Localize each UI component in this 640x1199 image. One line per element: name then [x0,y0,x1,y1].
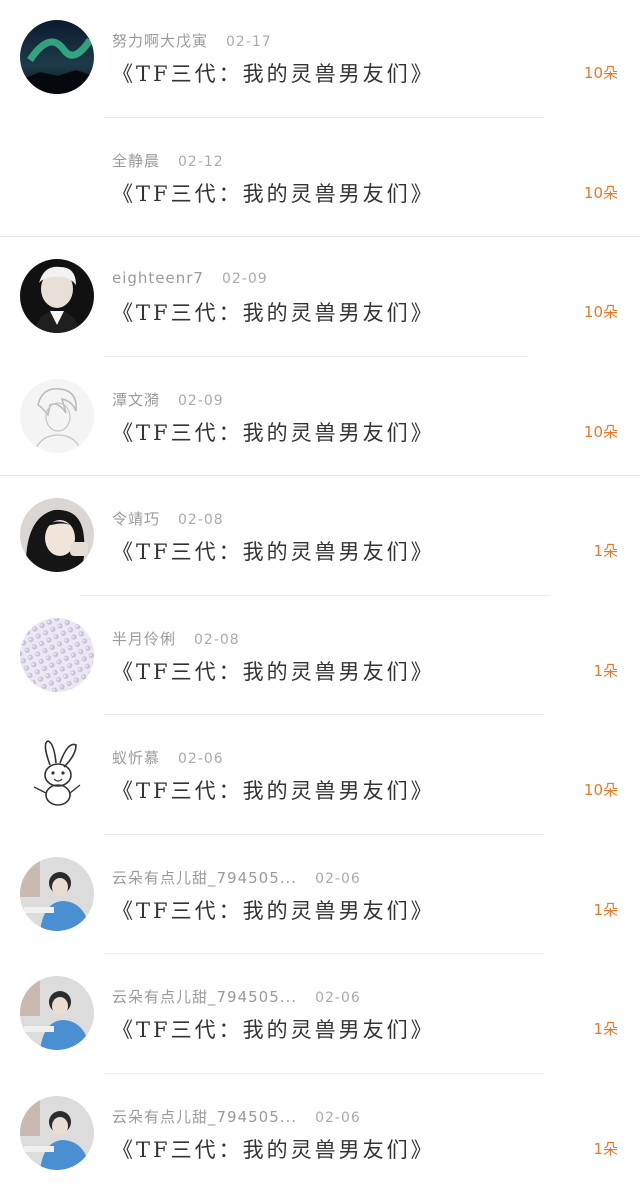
item-title: 《TF三代：我的灵兽男友们》 [112,779,435,803]
divider [104,953,544,954]
divider [80,594,550,596]
date: 02-09 [221,271,268,287]
list-item[interactable]: 云朵有点儿甜_794505... 02-06 《TF三代：我的灵兽男友们》 1朵 [0,1076,640,1196]
date: 02-06 [315,990,361,1006]
list-item[interactable]: 令靖巧 02-08 《TF三代：我的灵兽男友们》 1朵 [0,478,640,598]
avatar[interactable] [20,498,94,572]
username[interactable]: 蚁忻慕 [112,749,160,767]
divider [104,833,544,835]
date: 02-09 [178,392,224,409]
flower-count: 10朵 [583,422,618,441]
date: 02-08 [178,512,224,528]
username[interactable]: 云朵有点儿甜_794505... [112,988,297,1006]
username[interactable]: 令靖巧 [112,510,160,528]
meta-line: 令靖巧 02-08 [112,508,224,529]
item-title: 《TF三代：我的灵兽男友们》 [112,181,435,206]
date: 02-06 [178,751,224,767]
item-title: 《TF三代：我的灵兽男友们》 [112,540,435,564]
list-item[interactable]: 潭文漪 02-09 《TF三代：我的灵兽男友们》 10朵 [0,359,640,479]
username[interactable]: 云朵有点儿甜_794505... [112,1108,297,1126]
item-title: 《TF三代：我的灵兽男友们》 [112,62,435,86]
meta-line: 潭文漪 02-09 [112,389,224,410]
avatar[interactable] [20,20,94,94]
flower-count: 10朵 [583,781,618,799]
item-title: 《TF三代：我的灵兽男友们》 [112,659,435,684]
meta-line: 努力啊大戊寅 02-17 [112,30,272,51]
list-item[interactable]: 蚁忻慕 02-06 《TF三代：我的灵兽男友们》 10朵 [0,717,640,837]
list-item[interactable]: 全静晨 02-12 《TF三代：我的灵兽男友们》 10朵 [0,120,640,240]
meta-line: eighteenr7 02-09 [112,269,268,287]
avatar[interactable] [20,976,94,1050]
avatar[interactable] [20,617,94,692]
divider [104,355,528,357]
item-title: 《TF三代：我的灵兽男友们》 [112,898,435,923]
list-item[interactable]: eighteenr7 02-09 《TF三代：我的灵兽男友们》 10朵 [0,239,640,359]
list-item[interactable]: 云朵有点儿甜_794505... 02-06 《TF三代：我的灵兽男友们》 1朵 [0,837,640,957]
avatar[interactable] [20,259,94,333]
meta-line: 云朵有点儿甜_794505... 02-06 [112,867,361,888]
username[interactable]: 云朵有点儿甜_794505... [112,869,297,887]
item-title: 《TF三代：我的灵兽男友们》 [112,1018,435,1042]
avatar[interactable] [20,737,94,811]
avatar[interactable] [20,378,94,453]
meta-line: 云朵有点儿甜_794505... 02-06 [112,986,361,1007]
flower-count: 1朵 [593,1020,618,1038]
list-item[interactable]: 半月伶俐 02-08 《TF三代：我的灵兽男友们》 1朵 [0,598,640,718]
flower-count: 10朵 [583,183,618,202]
username[interactable]: eighteenr7 [112,269,204,287]
avatar[interactable] [20,1095,94,1170]
username[interactable]: 半月伶俐 [112,630,176,648]
date: 02-06 [315,1109,361,1126]
item-title: 《TF三代：我的灵兽男友们》 [112,1137,435,1162]
meta-line: 全静晨 02-12 [112,150,224,171]
flower-count: 10朵 [583,303,618,321]
meta-line: 云朵有点儿甜_794505... 02-06 [112,1106,361,1127]
divider [104,714,544,715]
meta-line: 半月伶俐 02-08 [112,628,240,649]
flower-count: 1朵 [593,661,618,680]
list-item[interactable]: 努力啊大戊寅 02-17 《TF三代：我的灵兽男友们》 10朵 [0,0,640,120]
divider [104,116,544,118]
username[interactable]: 全静晨 [112,152,160,170]
flower-count: 1朵 [593,900,618,919]
username[interactable]: 潭文漪 [112,391,160,409]
avatar[interactable] [20,856,94,931]
item-title: 《TF三代：我的灵兽男友们》 [112,420,435,445]
date: 02-06 [315,870,361,887]
username[interactable]: 努力啊大戊寅 [112,32,208,50]
date: 02-08 [194,631,240,648]
date: 02-12 [178,153,224,170]
divider [0,475,640,476]
gift-record-list: 努力啊大戊寅 02-17 《TF三代：我的灵兽男友们》 10朵 全静晨 02-12 … [0,0,640,1195]
divider [104,1072,544,1074]
date: 02-17 [226,34,272,50]
item-title: 《TF三代：我的灵兽男友们》 [112,301,435,325]
list-item[interactable]: 云朵有点儿甜_794505... 02-06 《TF三代：我的灵兽男友们》 1朵 [0,956,640,1076]
flower-count: 10朵 [583,64,618,82]
meta-line: 蚁忻慕 02-06 [112,747,224,768]
divider [0,236,640,237]
flower-count: 1朵 [593,542,618,560]
flower-count: 1朵 [593,1139,618,1158]
